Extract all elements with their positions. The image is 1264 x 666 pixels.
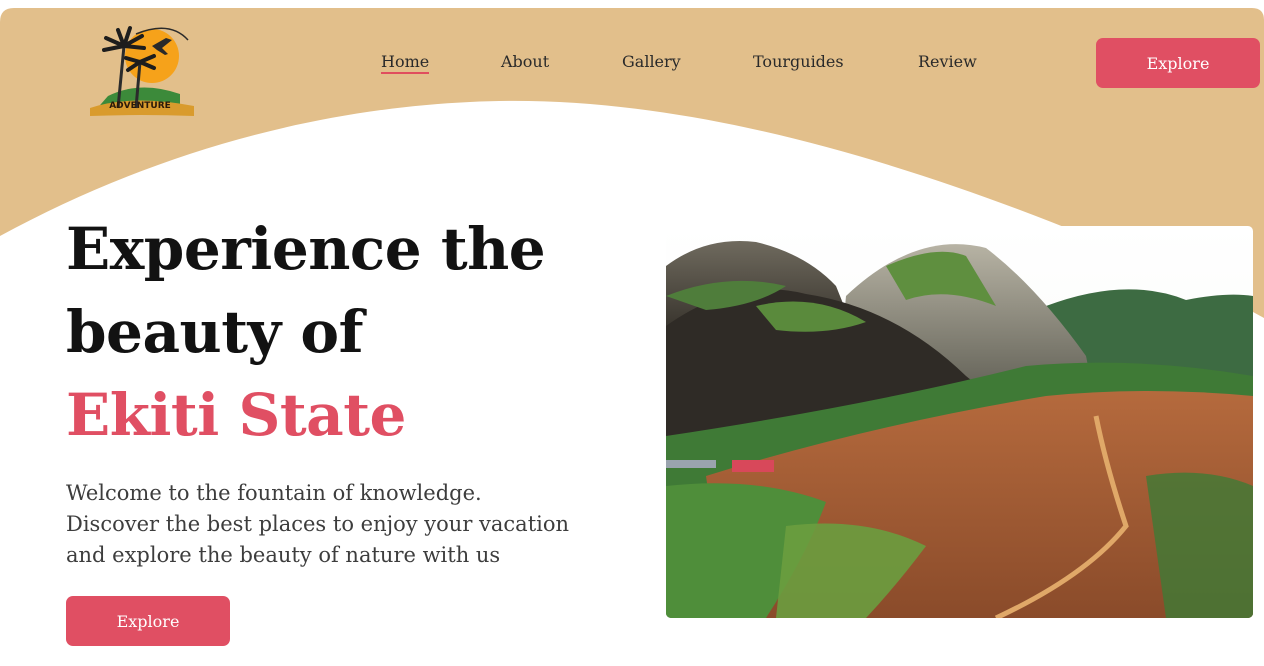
hero-landscape-image: [666, 226, 1253, 618]
landing-page: ADVENTURE Home About Gallery Tourguides …: [0, 0, 1264, 666]
hero-title: Experience the beauty of Ekiti State: [66, 208, 656, 457]
hero-title-line-2: beauty of: [66, 298, 364, 366]
nav-gallery[interactable]: Gallery: [622, 52, 681, 71]
nav-about[interactable]: About: [501, 52, 549, 71]
main-nav: Home About Gallery Tourguides Review: [0, 52, 1264, 80]
nav-home[interactable]: Home: [381, 52, 430, 74]
hero-description-line-3: and explore the beauty of nature with us: [66, 543, 501, 567]
hero-title-highlight: Ekiti State: [66, 381, 406, 449]
hero-explore-button[interactable]: Explore: [66, 596, 230, 646]
nav-tourguides[interactable]: Tourguides: [753, 52, 844, 71]
logo-text: ADVENTURE: [109, 101, 171, 111]
hero-description-line-1: Welcome to the fountain of knowledge.: [66, 481, 482, 505]
nav-review[interactable]: Review: [918, 52, 977, 71]
hero-description-line-2: Discover the best places to enjoy your v…: [66, 512, 570, 536]
header-explore-button[interactable]: Explore: [1096, 38, 1260, 88]
hero-description: Welcome to the fountain of knowledge. Di…: [66, 478, 646, 571]
hero-title-line-1: Experience the: [66, 215, 546, 283]
